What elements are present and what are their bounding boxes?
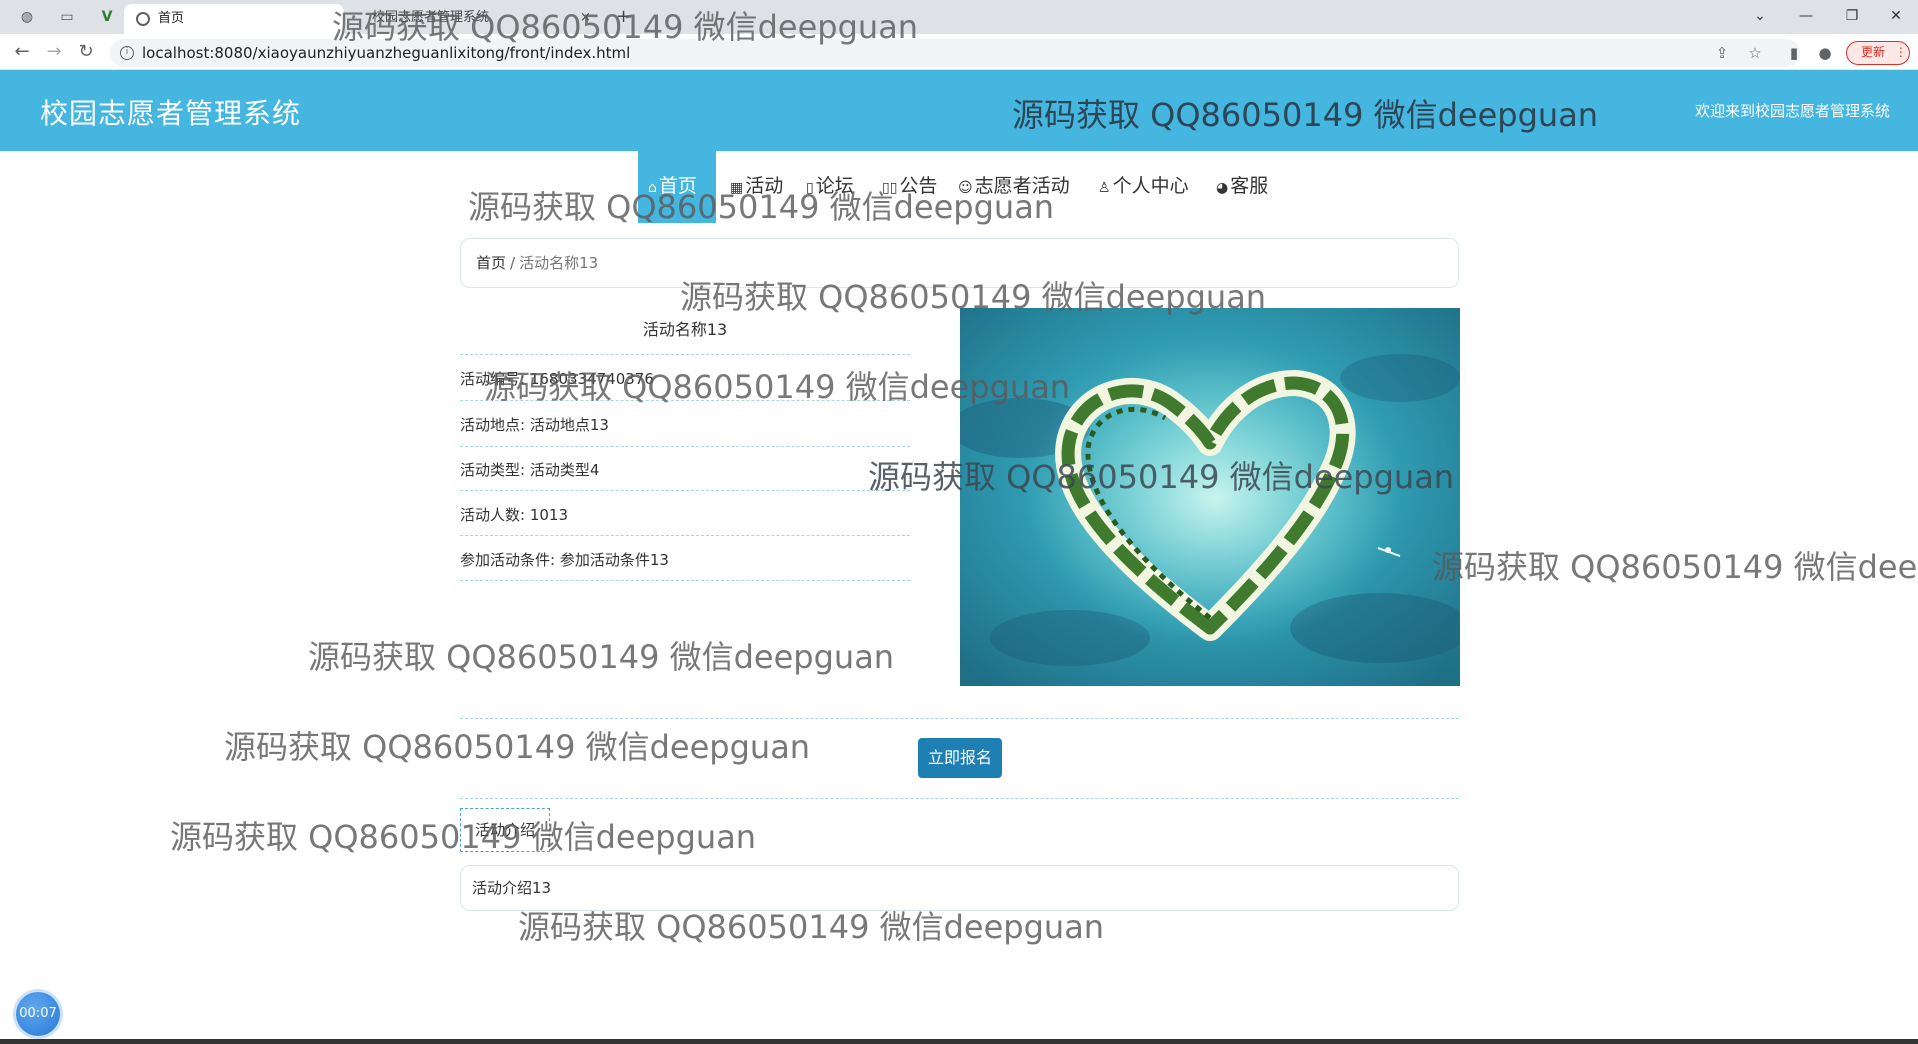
globe-icon [136,12,150,26]
volunteer-icon: ☺ [958,180,973,196]
tab-activity-intro[interactable]: 活动介绍 [460,808,550,852]
restore-icon[interactable]: ❐ [1832,4,1872,28]
calendar-icon: ▦ [730,180,744,196]
welcome-text: 欢迎来到校园志愿者管理系统 [1694,102,1890,120]
field-type: 活动类型: 活动类型4 [460,461,600,479]
nav-label: 首页 [658,175,697,197]
nav-item-activity[interactable]: ▦ 活动 [730,151,783,223]
divider [460,535,910,536]
activity-intro-content: 活动介绍13 [460,865,1459,911]
info-icon[interactable]: i [120,46,134,60]
tab-title: 首页 [158,11,185,26]
update-button[interactable]: 更新 ⋮ [1846,41,1910,65]
divider [460,490,910,491]
site-title: 校园志愿者管理系统 [40,97,302,130]
nav-label: 公告 [899,175,938,197]
field-count: 活动人数: 1013 [460,506,568,524]
url-text: localhost:8080/xiaoyaunzhiyuanzheguanlix… [142,44,631,62]
vue-tab-icon[interactable]: V [92,4,122,30]
nav-label: 个人中心 [1112,175,1189,197]
browser-tabstrip: ◍ ▭ V 首页 校园志愿者管理系统 × + ⌄ — ❐ ✕ [0,0,1918,34]
nav-item-notice[interactable]: ▯▯ 公告 [882,151,937,223]
nav-label: 活动 [745,175,784,197]
heart-island-image [960,308,1460,686]
breadcrumb-home[interactable]: 首页 [476,254,506,272]
nav-item-volunteer[interactable]: ☺ 志愿者活动 [958,151,1070,223]
nav-label: 论坛 [815,175,854,197]
activity-title: 活动名称13 [642,320,728,339]
profile-icon[interactable]: ● [1815,43,1835,63]
sidepanel-icon[interactable]: ▮ [1784,43,1804,63]
field-location: 活动地点: 活动地点13 [460,416,609,434]
support-icon: ◕ [1216,180,1229,196]
forum-icon: ▯ [806,180,814,196]
browser-toolbar: ← → ↻ i localhost:8080/xiaoyaunzhiyuanzh… [0,34,1918,70]
minimize-icon[interactable]: — [1786,4,1826,28]
divider [460,580,910,581]
tab-home[interactable]: 首页 [124,4,344,34]
nav-item-home[interactable]: ⌂ 首页 [638,151,716,223]
update-label: 更新 [1861,45,1886,59]
back-icon[interactable]: ← [10,40,34,64]
watermark: 源码获取 QQ86050149 微信deepguan [308,638,895,676]
share-icon[interactable]: ⇪ [1712,43,1732,63]
home-icon: ⌂ [648,180,657,196]
breadcrumb-current: 活动名称13 [519,254,599,272]
address-bar[interactable]: i localhost:8080/xiaoyaunzhiyuanzheguanl… [110,39,1800,67]
taskbar-edge [0,1039,1918,1044]
close-window-icon[interactable]: ✕ [1876,4,1916,28]
browser-app-icon[interactable]: ◍ [12,4,42,30]
pinned-tab-icon[interactable]: ▭ [52,4,82,30]
nav-label: 志愿者活动 [974,175,1070,197]
nav-item-profile[interactable]: ♙ 个人中心 [1098,151,1189,223]
menu-dots-icon[interactable]: ⋮ [1895,45,1907,59]
signup-button[interactable]: 立即报名 [918,738,1002,778]
forward-icon[interactable]: → [42,40,66,64]
breadcrumb: 首页 / 活动名称13 [460,238,1459,288]
tab-system[interactable]: 校园志愿者管理系统 × [350,8,600,28]
recording-timer[interactable]: 00:07 [16,992,60,1036]
breadcrumb-separator: / [510,254,516,272]
divider [460,446,910,447]
nav-label: 客服 [1230,175,1269,197]
divider [460,798,1459,799]
bookmark-star-icon[interactable]: ☆ [1745,43,1765,63]
new-tab-icon[interactable]: + [616,6,631,27]
watermark: 源码获取 QQ86050149 微信deepguan [224,728,811,766]
watermark: 源码获取 QQ86050149 微信deepguan [1432,548,1918,586]
activity-image [960,308,1460,686]
nav-item-forum[interactable]: ▯ 论坛 [806,151,854,223]
divider [460,354,910,355]
site-header: 校园志愿者管理系统 欢迎来到校园志愿者管理系统 [0,70,1918,151]
divider [460,400,910,401]
reload-icon[interactable]: ↻ [74,40,98,64]
notice-icon: ▯▯ [882,180,898,196]
divider [460,718,1459,719]
nav-item-support[interactable]: ◕ 客服 [1216,151,1268,223]
user-icon: ♙ [1098,180,1111,196]
tab-search-icon[interactable]: ⌄ [1740,4,1780,28]
close-tab-icon[interactable]: × [580,8,591,28]
field-condition: 参加活动条件: 参加活动条件13 [460,551,669,569]
field-activity-no: 活动编号: 1680334740376 [460,370,654,388]
tab-title-system: 校园志愿者管理系统 [372,10,490,25]
